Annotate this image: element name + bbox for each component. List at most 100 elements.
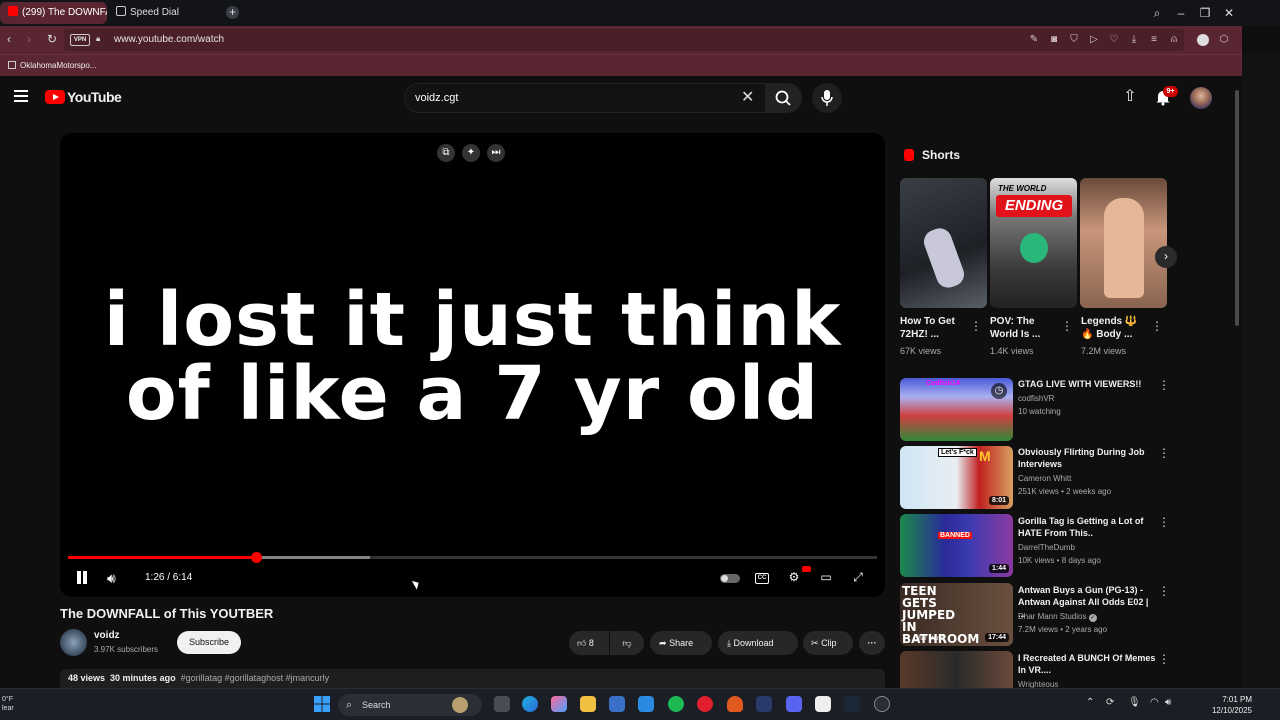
clear-search-icon[interactable]: ✕ [741,84,754,112]
ai-sparkle-icon[interactable]: ✦ [462,144,480,162]
search-button[interactable] [766,83,802,113]
watch-later-icon[interactable]: ◷ [991,383,1007,399]
settings-gear-icon[interactable]: ⚙ [784,569,804,586]
menu-icon[interactable] [14,90,28,102]
shield-icon[interactable]: ⛉ [1068,34,1080,46]
channel-name[interactable]: codfishVR [1018,394,1054,403]
short-title[interactable]: Legends 🔱 🔥 Body ... [1081,315,1151,341]
short-thumbnail[interactable] [1080,178,1167,308]
voice-search-button[interactable] [812,83,842,113]
file-explorer-icon[interactable] [580,696,596,712]
channel-avatar[interactable] [60,629,87,656]
pause-icon[interactable] [76,571,88,585]
play-icon[interactable]: ▷ [1088,34,1100,46]
minimize-icon[interactable]: – [1173,5,1189,21]
video-thumbnail[interactable] [900,651,1013,688]
channel-name[interactable]: voidz [94,630,120,641]
short-thumbnail[interactable]: THE WORLD ENDING [990,178,1077,308]
edge-icon[interactable] [522,696,538,712]
task-view-icon[interactable] [494,696,510,712]
captions-icon[interactable]: CC [755,573,769,584]
video-thumbnail[interactable]: BANNED 1:44 [900,514,1013,577]
search-box[interactable]: voidz.cgt ✕ [404,83,766,113]
short-title[interactable]: POV: The World Is ... [990,315,1060,341]
shorts-next-button[interactable]: › [1155,246,1177,268]
like-button[interactable]: 👍︎ 8 [569,631,609,655]
steam-icon[interactable] [844,696,860,712]
vscode-icon[interactable] [756,696,772,712]
channel-name[interactable]: DarrelTheDumb [1018,543,1075,552]
spotify-icon[interactable] [668,696,684,712]
video-title[interactable]: GTAG LIVE WITH VIEWERS!! [1018,378,1158,390]
extensions-cube-icon[interactable]: ⬡ [1218,34,1230,46]
description-box[interactable]: 48 views 30 minutes ago #gorillatag #gor… [60,669,885,688]
kebab-menu-icon[interactable]: ⋮ [1158,653,1170,665]
url-field[interactable]: VPN 🔒︎ www.youtube.com/watch [64,29,1184,51]
video-title[interactable]: Gorilla Tag is Getting a Lot of HATE Fro… [1018,515,1158,539]
subscribe-button[interactable]: Subscribe [177,631,241,654]
fullscreen-icon[interactable]: ⤢ [848,569,868,586]
store-icon[interactable] [609,696,625,712]
kebab-menu-icon[interactable]: ⋮ [1061,320,1073,332]
edit-icon[interactable]: ✎ [1028,34,1040,46]
microphone-app-icon[interactable] [727,696,743,712]
vpn-badge[interactable]: VPN [70,34,90,46]
camera-icon[interactable]: ◙ [1048,34,1060,46]
browser-tab-active[interactable]: (299) The DOWNFALL [0,2,107,24]
extension-icon[interactable] [1197,34,1209,46]
menu-list-icon[interactable]: ≡ [1148,34,1160,46]
browser-search-icon[interactable]: ⌕ [1149,5,1165,21]
short-title[interactable]: How To Get 72HZ! ... [900,315,970,341]
video-title[interactable]: Obviously Flirting During Job Interviews [1018,446,1158,470]
windows-start-icon[interactable] [314,696,330,712]
reload-icon[interactable]: ↻ [45,32,59,46]
theater-mode-icon[interactable]: ▭ [816,569,836,586]
weather-widget[interactable]: 0°F lear [2,695,14,713]
hashtags[interactable]: #gorillatag #gorillataghost #jmancurly [181,673,330,683]
discord-icon[interactable] [786,696,802,712]
mail-icon[interactable] [638,696,654,712]
miniplayer-icon[interactable]: ⧉ [437,144,455,162]
copilot-icon[interactable] [551,696,567,712]
channel-name[interactable]: Dhar Mann Studios ✓ [1018,612,1097,622]
tray-chevron-up-icon[interactable]: ⌃ [1086,697,1094,708]
share-button[interactable]: ➦ Share [650,631,712,655]
heart-icon[interactable]: ♡ [1108,34,1120,46]
bookmark-item[interactable]: OklahomaMotorspo... [8,59,96,73]
tray-mic-icon[interactable]: 🎙︎ [1128,697,1141,708]
progress-bar[interactable] [68,552,877,563]
page-scrollbar[interactable] [1233,84,1240,688]
scrollbar-thumb[interactable] [1235,90,1239,326]
channel-name[interactable]: Cameron Whitt [1018,474,1071,483]
restore-icon[interactable]: ❐ [1197,5,1213,21]
back-icon[interactable]: ‹ [2,32,16,46]
kebab-menu-icon[interactable]: ⋮ [1158,516,1170,528]
kebab-menu-icon[interactable]: ⋮ [1158,447,1170,459]
kebab-menu-icon[interactable]: ⋮ [970,320,982,332]
video-thumbnail[interactable]: Let's F*ck M 8:01 [900,446,1013,509]
download-icon[interactable]: ⤓ [1128,34,1140,46]
close-window-icon[interactable]: ✕ [1221,5,1237,21]
search-input[interactable]: voidz.cgt [415,84,458,112]
new-tab-button[interactable]: + [226,6,239,19]
taskbar-search[interactable]: ⌕ Search [338,694,482,716]
forward-icon[interactable]: › [22,32,36,46]
speaker-icon[interactable]: 🔊︎ [1165,697,1171,708]
settings-gear-icon[interactable] [874,696,890,712]
account-avatar[interactable] [1190,87,1212,109]
kebab-menu-icon[interactable]: ⋮ [1151,320,1163,332]
app-icon[interactable] [815,696,831,712]
volume-icon[interactable]: 🔊︎ [107,570,116,587]
download-button[interactable]: ⤓ Download [718,631,798,655]
upload-icon[interactable]: ⇧ [1121,88,1139,106]
video-thumbnail[interactable]: Codfish14 ◷ [900,378,1013,441]
system-clock[interactable]: 7:01 PM 12/10/2025 [1200,694,1252,716]
browser-tab-speed-dial[interactable]: Speed Dial [108,2,220,24]
dislike-button[interactable]: 👎︎ [610,631,644,655]
clip-button[interactable]: ✂ Clip [803,631,853,655]
opera-gx-icon[interactable] [697,696,713,712]
video-thumbnail[interactable]: TEEN GETS JUMPED IN BATHROOM Dhar Mann 1… [900,583,1013,646]
youtube-logo-text[interactable]: YouTube [67,89,122,105]
autoplay-toggle[interactable] [720,574,740,583]
more-actions-button[interactable]: ··· [859,631,885,655]
